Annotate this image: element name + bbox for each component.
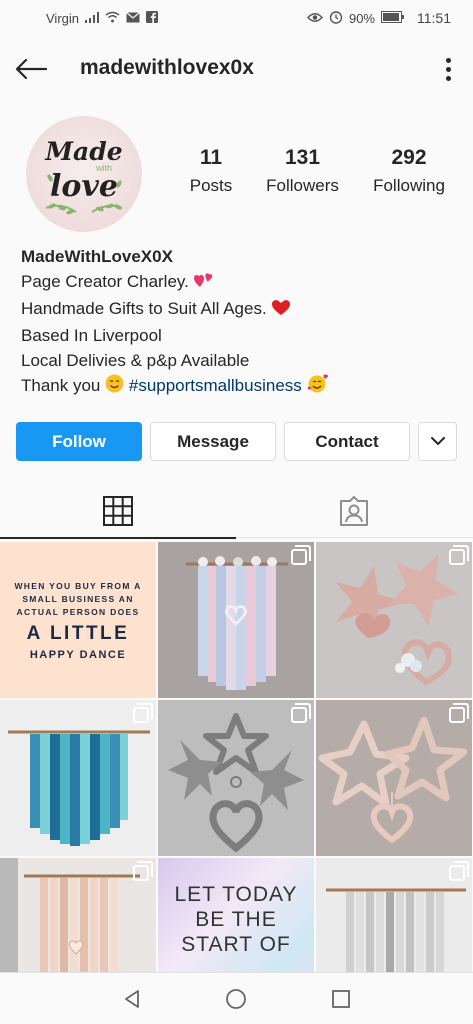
smiling-face-icon (105, 374, 124, 400)
logo-image: Made with love (44, 137, 123, 215)
svg-text:Made: Made (44, 137, 122, 166)
battery-percent: 90% (348, 10, 375, 26)
chevron-down-icon (430, 437, 445, 446)
nav-recents-button[interactable] (321, 979, 361, 1019)
followers-number: 131 (284, 146, 321, 169)
profile-header: madewithlovex0x (0, 42, 473, 94)
wall-hanging-image (158, 542, 314, 698)
posts-count[interactable]: 11 Posts (180, 146, 242, 196)
back-button[interactable] (14, 52, 48, 86)
grey-stars-image (158, 700, 314, 856)
email-icon (126, 11, 140, 26)
post-tile[interactable] (316, 700, 472, 856)
following-count[interactable]: 292 Following (363, 146, 455, 196)
post-tile[interactable] (158, 542, 314, 698)
multiple-posts-icon (449, 703, 469, 723)
avatar[interactable]: Made with love (26, 116, 142, 232)
yarn-stars-image (316, 542, 472, 698)
post-tile[interactable]: LET TODAY BE THE START OF (158, 858, 314, 972)
smiling-face-with-hearts-icon (307, 373, 329, 400)
bio-text: Page Creator Charley. (21, 272, 189, 291)
status-bar: Virgin 90% 11:51 (0, 0, 473, 36)
two-hearts-icon (193, 271, 214, 296)
triangle-back-icon (125, 989, 140, 1008)
system-navigation-bar (0, 972, 473, 1024)
tab-grid[interactable] (0, 484, 236, 539)
profile-stats: 11 Posts 131 Followers 292 Following (180, 146, 455, 196)
bio-line: Page Creator Charley. (21, 269, 461, 296)
alarm-icon (329, 10, 343, 27)
nav-home-button[interactable] (216, 979, 256, 1019)
follow-button[interactable]: Follow (16, 422, 142, 461)
quote-text: HAPPY DANCE (29, 648, 127, 661)
blue-wall-hanging-image (0, 700, 156, 856)
bio-line: Handmade Gifts to Suit All Ages. (21, 296, 461, 323)
quote-text: A LITTLE (26, 622, 130, 644)
post-tile[interactable] (158, 700, 314, 856)
square-recents-icon (331, 989, 350, 1008)
quote-text: ACTUAL PERSON DOES (16, 606, 140, 617)
post-tile[interactable] (0, 700, 156, 856)
wifi-icon (105, 11, 120, 26)
username-title: madewithlovex0x (80, 56, 254, 79)
display-name: MadeWithLoveX0X (21, 247, 173, 266)
quote-text: WHEN YOU BUY FROM A (14, 580, 142, 591)
clock: 11:51 (417, 10, 451, 26)
posts-label: Posts (189, 176, 233, 195)
red-heart-icon (271, 298, 291, 323)
quote-text: BE THE (195, 908, 277, 931)
quote-text: START OF (181, 933, 291, 956)
multiple-posts-icon (133, 703, 153, 723)
post-tile[interactable]: WHEN YOU BUY FROM A SMALL BUSINESS AN AC… (0, 542, 156, 698)
following-label: Following (373, 176, 445, 195)
multiple-posts-icon (291, 703, 311, 723)
svg-text:love: love (50, 169, 118, 204)
multiple-posts-icon (291, 545, 311, 565)
battery-icon (381, 10, 405, 26)
grid-icon (103, 496, 133, 526)
post-tile[interactable] (0, 858, 156, 972)
bio-line: Based In Liverpool (21, 326, 162, 345)
bio-text: Handmade Gifts to Suit All Ages. (21, 299, 267, 318)
posts-number: 11 (199, 146, 223, 169)
bio-line: Local Delivies & p&p Available (21, 351, 250, 370)
circle-home-icon (226, 988, 247, 1009)
more-vertical-icon (445, 57, 451, 63)
facebook-icon (146, 10, 159, 26)
multiple-posts-icon (133, 861, 153, 881)
bio-text: Thank you (21, 376, 101, 395)
following-number: 292 (391, 146, 427, 169)
multiple-posts-icon (449, 861, 469, 881)
tab-tagged[interactable] (236, 484, 472, 538)
profile-tabs (0, 484, 473, 539)
signal-icon (85, 11, 100, 26)
more-options-button[interactable] (436, 52, 460, 86)
message-button[interactable]: Message (150, 422, 276, 461)
quote-text: LET TODAY (174, 883, 298, 906)
eye-icon (307, 11, 323, 26)
multiple-posts-icon (449, 545, 469, 565)
post-grid: WHEN YOU BUY FROM A SMALL BUSINESS AN AC… (0, 542, 473, 972)
post-tile[interactable] (316, 542, 472, 698)
pink-stars-image (316, 700, 472, 856)
post-tile[interactable] (316, 858, 472, 972)
hashtag-link[interactable]: #supportsmallbusiness (129, 376, 302, 395)
arrow-left-icon (15, 59, 47, 79)
carrier-label: Virgin (46, 10, 80, 26)
nav-back-button[interactable] (112, 979, 152, 1019)
followers-count[interactable]: 131 Followers (255, 146, 351, 196)
profile-bio: MadeWithLoveX0X Page Creator Charley. Ha… (21, 244, 461, 400)
quote-text: SMALL BUSINESS AN (22, 593, 134, 604)
followers-label: Followers (266, 176, 339, 195)
bio-line: Thank you #supportsmallbusiness (21, 373, 461, 400)
tagged-icon (340, 496, 368, 526)
suggested-accounts-button[interactable] (418, 422, 457, 461)
contact-button[interactable]: Contact (284, 422, 410, 461)
